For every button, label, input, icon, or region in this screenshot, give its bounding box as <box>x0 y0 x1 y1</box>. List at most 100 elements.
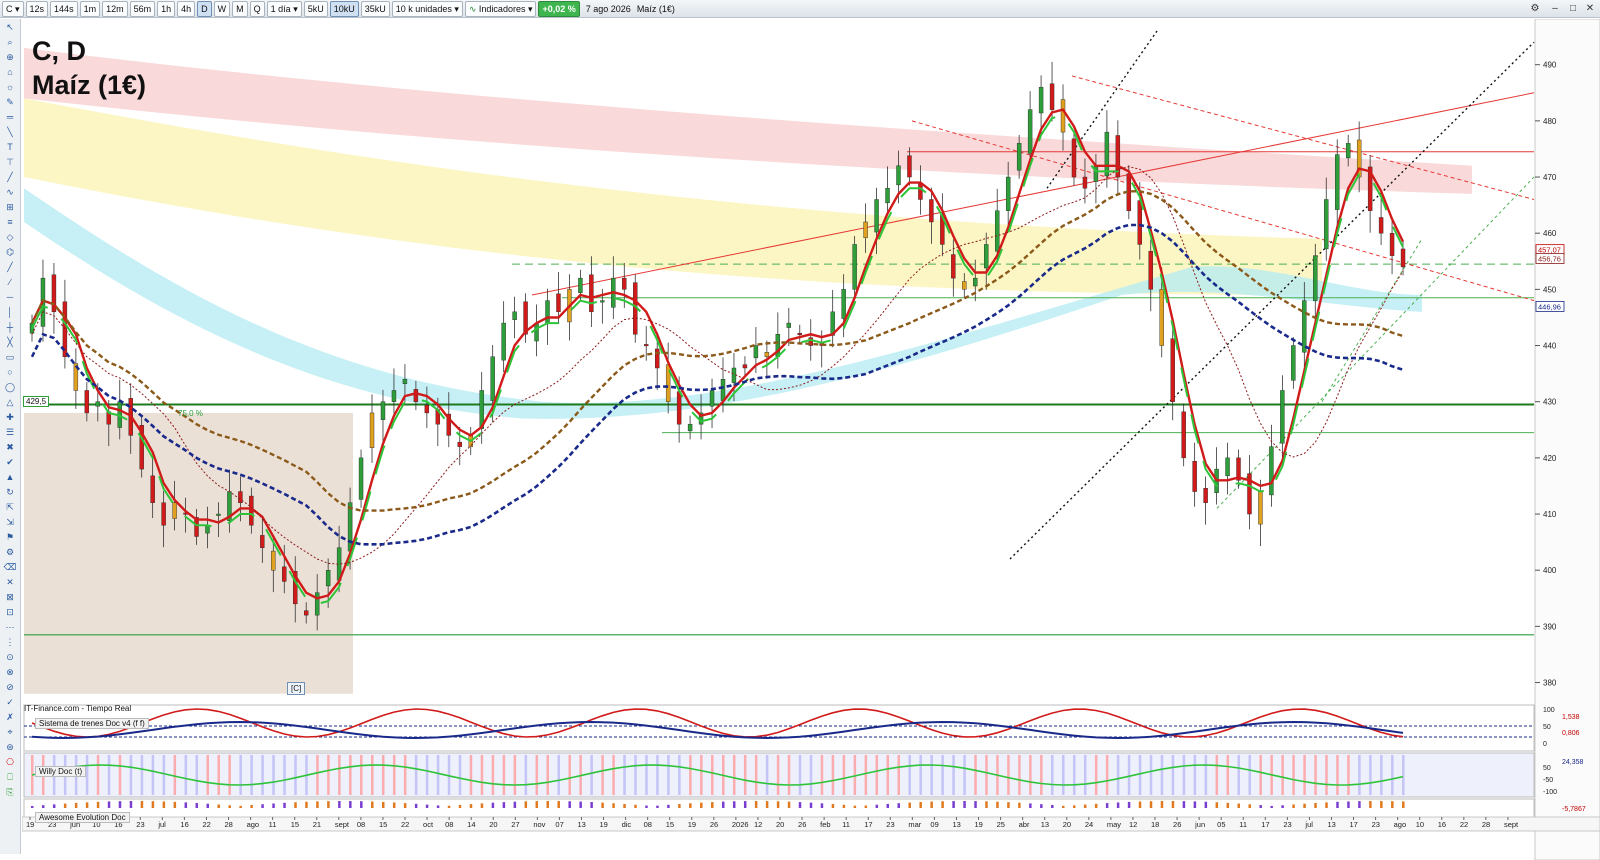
drawing-tool-icon[interactable]: │ <box>3 307 17 318</box>
candle[interactable] <box>1071 138 1077 178</box>
candle[interactable] <box>1060 99 1066 133</box>
drawing-tool-icon[interactable]: ⎕ <box>3 772 17 783</box>
drawing-tool-icon[interactable]: ╲ <box>3 127 17 138</box>
candle[interactable] <box>852 244 857 290</box>
drawing-tool-icon[interactable]: ⊕ <box>3 52 17 63</box>
drawing-tool-icon[interactable]: T <box>3 142 17 153</box>
interval-12s[interactable]: 12s <box>25 0 49 17</box>
drawing-tool-icon[interactable]: ◇ <box>3 232 17 243</box>
drawing-tool-icon[interactable]: ┼ <box>3 322 17 333</box>
candle[interactable] <box>1378 217 1384 234</box>
drawing-tool-icon[interactable]: ⌬ <box>3 247 17 258</box>
candle[interactable] <box>358 457 364 500</box>
candle[interactable] <box>490 356 495 401</box>
candle[interactable] <box>797 332 802 335</box>
candle[interactable] <box>1137 200 1142 245</box>
candle[interactable] <box>1324 199 1329 250</box>
drawing-tool-icon[interactable]: △ <box>3 397 17 408</box>
settings-icon[interactable]: ⚙ <box>1528 2 1542 16</box>
drawing-tool-icon[interactable]: ⊞ <box>3 202 17 213</box>
candle[interactable] <box>995 210 1000 252</box>
candle[interactable] <box>720 379 726 401</box>
drawing-tool-icon[interactable]: ✖ <box>3 442 17 453</box>
drawing-tool-icon[interactable]: ⌖ <box>3 727 17 738</box>
candle[interactable] <box>600 300 605 303</box>
candle[interactable] <box>172 502 177 519</box>
unit-5ku[interactable]: 5kU <box>303 0 328 17</box>
candle[interactable] <box>622 277 627 290</box>
drawing-tool-icon[interactable]: ⇲ <box>3 517 17 528</box>
candle[interactable] <box>1313 255 1318 301</box>
candle[interactable] <box>1280 390 1285 444</box>
candle[interactable] <box>545 300 550 324</box>
drawing-tool-icon[interactable]: ╱ <box>3 172 17 183</box>
candle[interactable] <box>841 289 846 319</box>
candle[interactable] <box>1400 248 1406 268</box>
interval-12m[interactable]: 12m <box>102 0 128 17</box>
unit-10ku[interactable]: 10kU <box>329 0 359 17</box>
candle[interactable] <box>918 183 923 200</box>
maximize-icon[interactable]: □ <box>1566 2 1580 16</box>
drawing-tool-icon[interactable]: ○ <box>3 367 17 378</box>
candle[interactable] <box>929 199 934 223</box>
candle[interactable] <box>578 277 583 293</box>
candle[interactable] <box>589 274 594 313</box>
drawing-tool-icon[interactable]: ∕ <box>3 277 17 288</box>
drawing-tool-icon[interactable]: ✕ <box>3 577 17 588</box>
candle[interactable] <box>282 566 287 582</box>
candle[interactable] <box>1148 250 1153 290</box>
candle[interactable] <box>1159 289 1164 346</box>
candle[interactable] <box>962 281 967 290</box>
marker-c[interactable]: [C] <box>287 682 306 695</box>
candle[interactable] <box>644 344 649 347</box>
candle[interactable] <box>1038 86 1044 114</box>
interval-q[interactable]: Q <box>249 0 265 17</box>
drawing-tool-icon[interactable]: ═ <box>3 112 17 123</box>
candle[interactable] <box>1345 143 1351 159</box>
candle[interactable] <box>1291 345 1296 381</box>
candle[interactable] <box>731 367 737 383</box>
close-icon[interactable]: ✕ <box>1583 2 1597 16</box>
symbol-select[interactable]: C ▾ <box>2 0 24 17</box>
drawing-tool-icon[interactable]: ◯ <box>3 382 17 393</box>
candle[interactable] <box>380 401 386 420</box>
candle[interactable] <box>973 277 978 287</box>
interval-w[interactable]: W <box>213 0 231 17</box>
drawing-tool-icon[interactable]: ⎔ <box>3 757 17 768</box>
drawing-tool-icon[interactable]: ⚑ <box>3 532 17 543</box>
candle[interactable] <box>161 502 166 526</box>
drawing-tool-icon[interactable]: ⊡ <box>3 607 17 618</box>
indicator-panel-1[interactable] <box>23 704 1535 752</box>
drawing-tool-icon[interactable]: ✎ <box>3 97 17 108</box>
candle[interactable] <box>1181 411 1186 459</box>
drawing-tool-icon[interactable]: ⊤ <box>3 157 17 168</box>
drawing-tool-icon[interactable]: ⊙ <box>3 652 17 663</box>
drawing-tool-icon[interactable]: ⊛ <box>3 742 17 753</box>
drawing-tool-icon[interactable]: ✓ <box>3 697 17 708</box>
candle[interactable] <box>424 404 430 414</box>
drawing-tool-icon[interactable]: ▭ <box>3 352 17 363</box>
candle[interactable] <box>369 412 375 448</box>
drawing-tool-icon[interactable]: ✔ <box>3 457 17 468</box>
drawing-tool-icon[interactable]: ╱ <box>3 262 17 273</box>
interval-d[interactable]: D <box>197 0 212 17</box>
candle[interactable] <box>304 610 309 616</box>
minimize-icon[interactable]: – <box>1548 2 1562 16</box>
interval-56m[interactable]: 56m <box>129 0 156 17</box>
drawing-tool-icon[interactable]: ⋯ <box>3 622 17 633</box>
indicators-button[interactable]: ∿ Indicadores ▾ <box>464 0 537 17</box>
candle[interactable] <box>260 535 265 548</box>
candle[interactable] <box>457 441 462 447</box>
candle[interactable] <box>984 244 989 269</box>
candle[interactable] <box>413 389 419 402</box>
candle[interactable] <box>1335 154 1340 210</box>
candle[interactable] <box>753 345 759 359</box>
drawing-tool-icon[interactable]: ⊘ <box>3 682 17 693</box>
candle[interactable] <box>1203 487 1208 503</box>
candle[interactable] <box>1269 446 1274 496</box>
interval-4h[interactable]: 4h <box>177 0 196 17</box>
candle[interactable] <box>271 550 276 571</box>
candle[interactable] <box>347 502 353 552</box>
drawing-tool-icon[interactable]: ⊠ <box>3 592 17 603</box>
drawing-tool-icon[interactable]: ↖ <box>3 22 17 33</box>
